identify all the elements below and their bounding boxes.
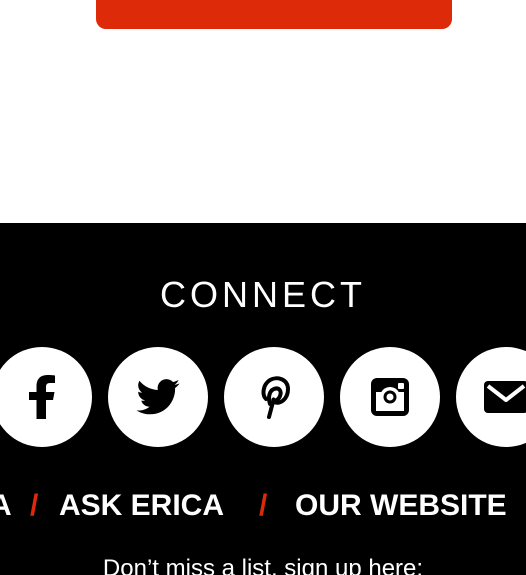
nav-link-ask-erica[interactable]: ASK ERICA <box>59 488 224 524</box>
email-icon <box>484 381 526 413</box>
twitter-icon <box>136 379 180 415</box>
twitter-button[interactable] <box>108 347 208 447</box>
facebook-button[interactable] <box>0 347 92 447</box>
signup-prompt: Don’t miss a list, sign up here: <box>102 555 424 575</box>
connect-heading: CONNECT <box>160 274 366 315</box>
pinterest-icon <box>261 376 291 419</box>
email-button[interactable] <box>456 347 526 447</box>
footer-nav: A / ASK ERICA / OUR WEBSITE <box>0 488 526 528</box>
footer: CONNECT A / ASK ERICA / OUR WEBSITE Don’… <box>0 223 526 575</box>
nav-link-our-website[interactable]: OUR WEBSITE <box>295 488 507 524</box>
nav-separator: / <box>259 489 268 522</box>
pinterest-button[interactable] <box>224 347 324 447</box>
nav-link-partial[interactable]: A <box>0 488 12 524</box>
top-cta-button[interactable] <box>96 0 452 29</box>
instagram-icon <box>371 378 409 416</box>
facebook-icon <box>29 375 55 419</box>
nav-separator: / <box>30 489 39 522</box>
instagram-button[interactable] <box>340 347 440 447</box>
